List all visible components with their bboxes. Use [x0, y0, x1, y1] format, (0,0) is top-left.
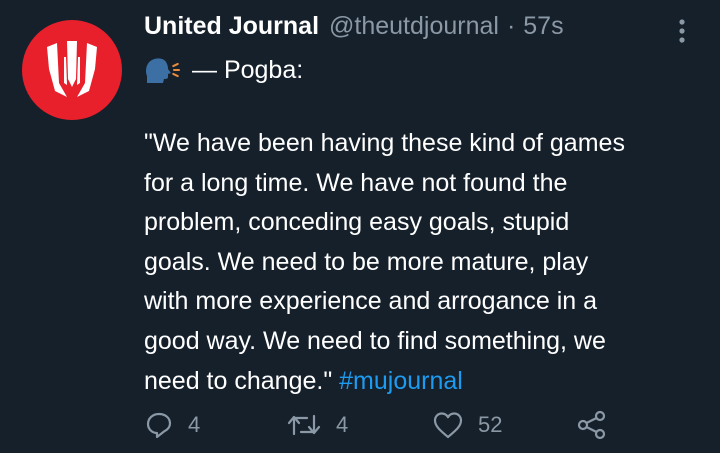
timestamp[interactable]: 57s: [523, 12, 563, 41]
intro-text: — Pogba:: [192, 55, 304, 84]
action-bar: 4 4 52: [144, 406, 624, 444]
tweet[interactable]: United Journal @theutdjournal · 57s — Po…: [0, 0, 720, 453]
more-options-icon[interactable]: [672, 16, 692, 46]
body-line-last: need to change." #mujournal: [144, 362, 704, 402]
avatar[interactable]: [22, 20, 122, 120]
body-line: good way. We need to find something, we: [144, 326, 606, 355]
body-line: "We have been having these kind of games: [144, 129, 625, 157]
body-line: problem, conceding easy goals, stupid: [144, 208, 570, 237]
display-name[interactable]: United Journal: [144, 12, 319, 41]
retweet-button[interactable]: 4: [286, 406, 348, 444]
united-journal-logo-icon: [47, 41, 97, 97]
user-handle[interactable]: @theutdjournal: [329, 12, 499, 41]
tweet-body: "We have been having these kind of games…: [144, 124, 704, 401]
hashtag-link[interactable]: #mujournal: [339, 367, 463, 395]
tweet-intro-line: — Pogba:: [144, 54, 303, 86]
like-button[interactable]: 52: [432, 406, 502, 444]
reply-count: 4: [188, 412, 201, 437]
share-icon: [577, 410, 606, 440]
retweet-icon: [287, 414, 321, 436]
speaking-head-emoji-icon: [146, 58, 180, 83]
last-line-text: need to change.": [144, 366, 340, 395]
separator-dot: ·: [506, 12, 516, 40]
body-line: with more experience and arrogance in a: [144, 287, 598, 316]
body-line: for a long time. We have not found the: [144, 168, 568, 197]
body-line: goals. We need to be more mature, play: [144, 247, 589, 276]
retweet-count: 4: [336, 412, 349, 437]
reply-button[interactable]: 4: [144, 406, 200, 444]
tweet-header: United Journal @theutdjournal · 57s: [144, 12, 564, 46]
share-button[interactable]: [576, 406, 608, 444]
reply-icon: [146, 412, 172, 439]
like-count: 52: [478, 412, 503, 437]
heart-icon: [433, 412, 463, 439]
